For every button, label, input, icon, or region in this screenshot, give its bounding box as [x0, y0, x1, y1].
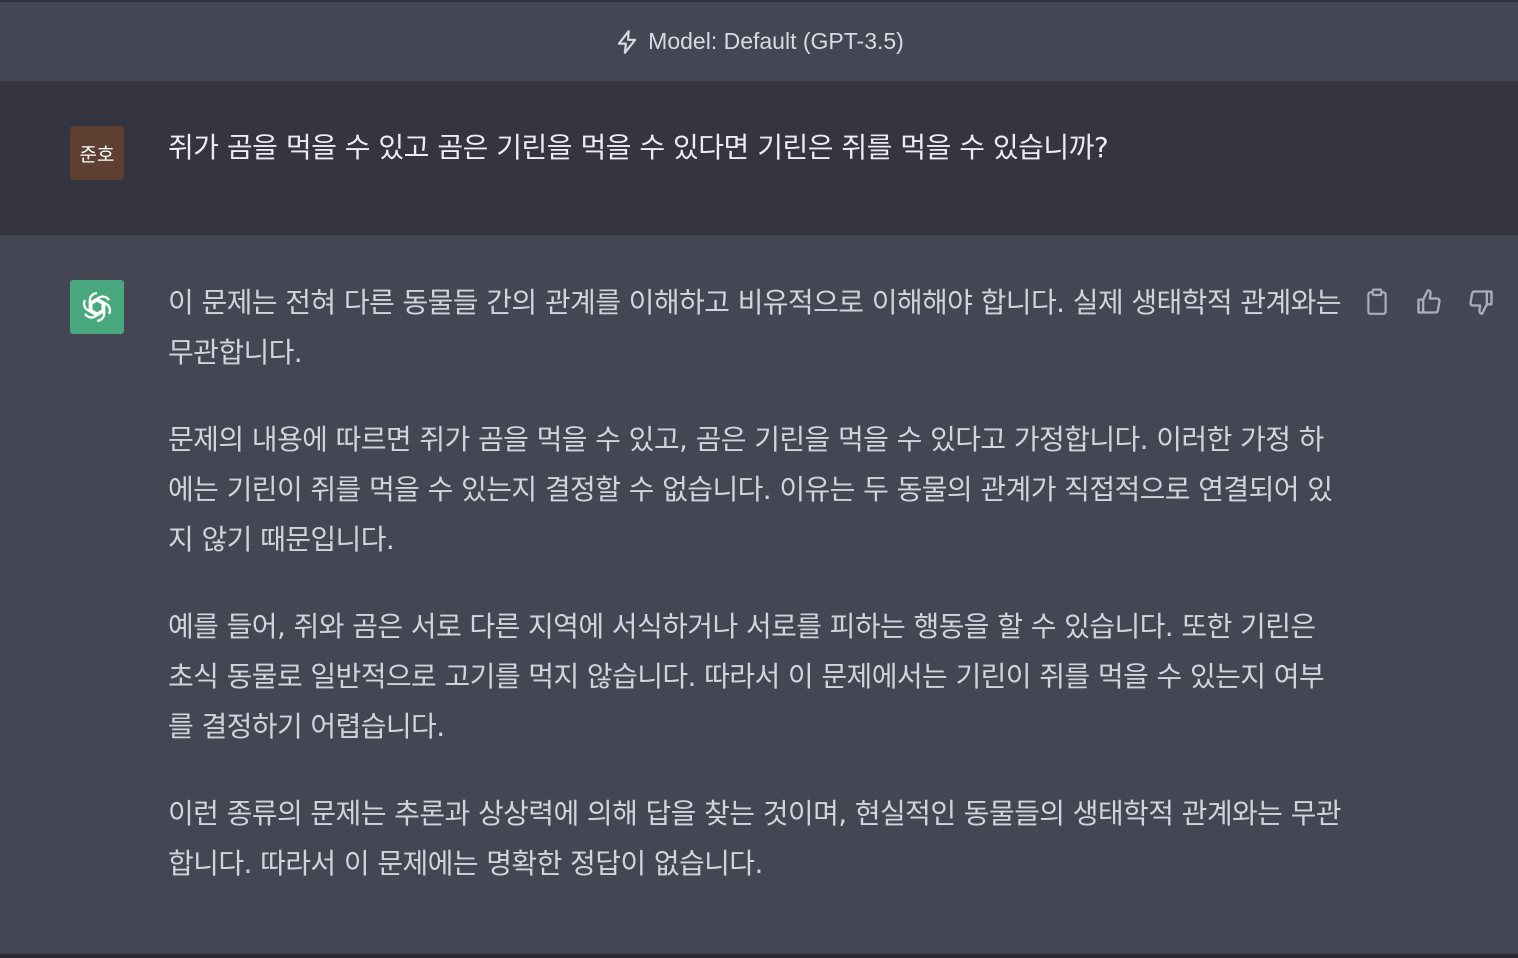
assistant-paragraph: 문제의 내용에 따르면 쥐가 곰을 먹을 수 있고, 곰은 기린을 먹을 수 있…	[168, 423, 1333, 556]
assistant-paragraph: 이런 종류의 문제는 추론과 상상력에 의해 답을 찾는 것이며, 현실적인 동…	[168, 797, 1342, 880]
assistant-paragraph: 이 문제는 전혀 다른 동물들 간의 관계를 이해하고 비유적으로 이해해야 합…	[168, 286, 1342, 369]
thumbs-up-icon[interactable]	[1414, 287, 1444, 317]
openai-logo-icon	[70, 280, 124, 334]
model-info-bar: Model: Default (GPT-3.5)	[0, 2, 1518, 82]
model-label: Model: Default (GPT-3.5)	[648, 28, 904, 54]
user-message-row: 준호 쥐가 곰을 먹을 수 있고 곰은 기린을 먹을 수 있다면 기린은 쥐를 …	[0, 82, 1518, 235]
thumbs-down-icon[interactable]	[1466, 287, 1496, 317]
message-actions	[1362, 287, 1496, 317]
bottom-divider	[0, 954, 1518, 958]
assistant-message-text: 이 문제는 전혀 다른 동물들 간의 관계를 이해하고 비유적으로 이해해야 합…	[168, 278, 1348, 926]
user-avatar: 준호	[70, 126, 124, 180]
clipboard-icon[interactable]	[1362, 287, 1392, 317]
lightning-bolt-icon	[614, 29, 640, 55]
chat-page: Model: Default (GPT-3.5) 준호 쥐가 곰을 먹을 수 있…	[0, 0, 1518, 958]
assistant-paragraph: 예를 들어, 쥐와 곰은 서로 다른 지역에 서식하거나 서로를 피하는 행동을…	[168, 610, 1325, 743]
assistant-message-row: 이 문제는 전혀 다른 동물들 간의 관계를 이해하고 비유적으로 이해해야 합…	[0, 235, 1518, 958]
user-message-text: 쥐가 곰을 먹을 수 있고 곰은 기린을 먹을 수 있다면 기린은 쥐를 먹을 …	[168, 131, 1109, 164]
